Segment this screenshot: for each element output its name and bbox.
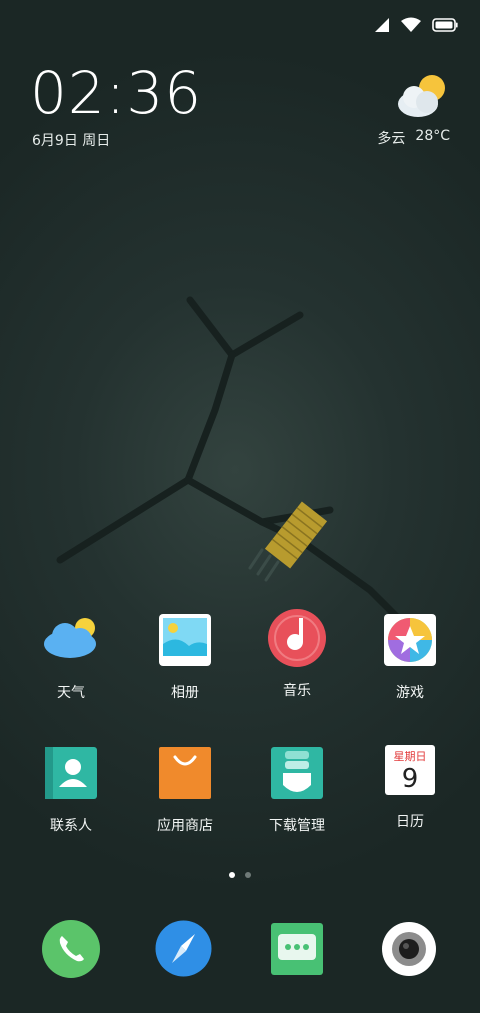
weather-summary[interactable]: 多云 28°C (377, 128, 450, 148)
camera-icon[interactable] (381, 921, 437, 977)
app-label: 天气 (57, 685, 85, 701)
page-dot-2[interactable] (245, 872, 251, 878)
wallpaper-art (56, 296, 424, 640)
clock-date: 6月9日 周日 (32, 133, 111, 149)
messages-icon[interactable] (270, 922, 324, 976)
app-label: 游戏 (396, 685, 424, 701)
app-label: 相册 (171, 685, 199, 701)
app-music[interactable]: 音乐 (242, 608, 352, 700)
clock-time[interactable]: 02:36 (30, 64, 202, 122)
music-app-icon (268, 609, 326, 667)
page-indicator[interactable] (0, 872, 480, 878)
app-gallery[interactable]: 相册 (130, 612, 240, 702)
wifi-icon (401, 17, 421, 32)
app-label: 日历 (396, 814, 424, 830)
partly-cloudy-icon[interactable] (394, 70, 450, 122)
app-weather[interactable]: 天气 (16, 612, 126, 702)
battery-icon (432, 18, 458, 32)
app-download-manager[interactable]: 下载管理 (242, 745, 352, 835)
app-games[interactable]: 游戏 (355, 612, 465, 702)
app-label: 音乐 (283, 683, 311, 699)
games-app-icon (384, 614, 436, 666)
gallery-app-icon (159, 614, 211, 666)
app-label: 联系人 (50, 818, 92, 834)
app-store[interactable]: 应用商店 (130, 745, 240, 835)
contacts-app-icon (45, 747, 97, 799)
weather-app-icon (44, 618, 96, 658)
status-bar (374, 10, 458, 40)
download-manager-icon (271, 747, 323, 799)
page-dot-1[interactable] (229, 872, 235, 878)
app-contacts[interactable]: 联系人 (16, 745, 126, 835)
signal-icon (375, 18, 389, 32)
calendar-weekday: 星期日 (393, 750, 427, 763)
app-calendar[interactable]: 星期日 9 日历 (355, 745, 465, 831)
browser-compass-icon[interactable] (155, 920, 212, 977)
weather-condition: 多云 (377, 131, 406, 147)
weather-temperature: 28°C (415, 128, 450, 144)
phone-icon[interactable] (42, 920, 100, 978)
app-label: 下载管理 (269, 818, 325, 834)
app-store-icon (159, 747, 211, 799)
app-label: 应用商店 (157, 818, 213, 834)
calendar-app-icon: 星期日 9 (385, 745, 435, 795)
calendar-day: 9 (401, 764, 419, 794)
